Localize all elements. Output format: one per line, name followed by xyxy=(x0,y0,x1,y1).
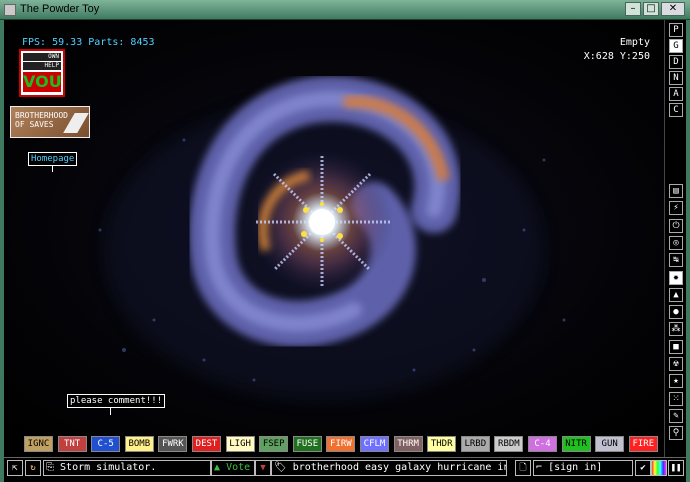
vote-badge-line3: VOU xyxy=(23,72,62,92)
save-icon: ⎘ xyxy=(46,462,54,473)
right-toolbar: P G D N A C ▤ ⚡ ⏻ ◎ ↹ ✸ ▲ ● ⁂ ■ ☢ ★ ⁙ ✎ ⚲ xyxy=(664,20,686,478)
galaxy-render xyxy=(98,75,566,400)
vote-badge-line1: OWN xyxy=(23,53,61,61)
element-button-fire[interactable]: FIRE xyxy=(628,436,658,452)
element-button-lrbd[interactable]: LRBD xyxy=(460,436,490,452)
simulation-canvas[interactable]: FPS: 59.33 Parts: 8453 Empty X:628 Y:250… xyxy=(4,20,664,436)
element-button-ignc[interactable]: IGNC xyxy=(24,436,53,452)
comment-sign-tail xyxy=(110,408,111,415)
element-button-fuse[interactable]: FUSE xyxy=(292,436,322,452)
maximize-button[interactable]: □ xyxy=(643,2,659,16)
parts-label: Parts: xyxy=(88,37,125,48)
login-button[interactable]: ⌐ [sign in] xyxy=(533,460,633,476)
vote-up-button[interactable]: ▲ Vote xyxy=(211,460,255,476)
element-button-c-5[interactable]: C-5 xyxy=(91,436,121,452)
force-icon[interactable]: ↹ xyxy=(669,253,683,268)
thumb-up-icon: ▲ xyxy=(214,462,221,473)
brotherhood-logo-text: BROTHERHOOD OF SAVES xyxy=(15,111,68,129)
element-button-nitr[interactable]: NITR xyxy=(561,436,591,452)
life-icon[interactable]: ⁙ xyxy=(669,391,683,406)
gases-icon[interactable]: ▲ xyxy=(669,287,683,302)
homepage-link-sign[interactable]: Homepage xyxy=(28,152,78,166)
homepage-sign-tail xyxy=(52,165,53,172)
search-icon[interactable]: ⚲ xyxy=(669,426,683,441)
tags-button[interactable]: 🏷 brotherhood easy galaxy hurricane inda… xyxy=(271,460,507,476)
element-button-rbdm[interactable]: RBDM xyxy=(494,436,524,452)
sensors-icon[interactable]: ◎ xyxy=(669,235,683,250)
element-button-thrm[interactable]: THRM xyxy=(393,436,423,452)
element-button-firw[interactable]: FIRW xyxy=(326,436,356,452)
element-button-fwrk[interactable]: FWRK xyxy=(158,436,188,452)
powered-icon[interactable]: ⏻ xyxy=(669,218,683,233)
cursor-coordinates: X:628 Y:250 xyxy=(583,51,650,62)
tools-icon[interactable]: ✎ xyxy=(669,408,683,423)
radioactive-icon[interactable]: ☢ xyxy=(669,357,683,371)
vote-up-label: Vote xyxy=(226,462,251,473)
electronics-icon[interactable]: ⚡ xyxy=(669,201,683,216)
element-button-fsep[interactable]: FSEP xyxy=(259,436,289,452)
fps-value: 59.33 xyxy=(52,37,83,48)
pause-icon[interactable]: ❚❚ xyxy=(668,460,684,476)
login-label: [sign in] xyxy=(548,462,603,473)
reload-icon[interactable]: ↻ xyxy=(25,460,41,476)
element-button-bomb[interactable]: BOMB xyxy=(124,436,154,452)
login-icon: ⌐ xyxy=(536,462,543,473)
element-button-tnt[interactable]: TNT xyxy=(57,436,87,452)
window-frame-right xyxy=(686,20,690,482)
special-icon[interactable]: ★ xyxy=(669,374,683,389)
element-button-thdr[interactable]: THDR xyxy=(427,436,457,452)
element-button-gun[interactable]: GUN xyxy=(595,436,625,452)
explosives-icon[interactable]: ✸ xyxy=(669,270,683,285)
solids-icon[interactable]: ■ xyxy=(669,339,683,354)
vote-down-button[interactable]: ▼ xyxy=(255,460,271,476)
close-button[interactable]: ✕ xyxy=(661,2,685,16)
vote-badge-sign: OWN HELP VOU xyxy=(19,49,65,97)
element-palette: IGNC TNT C-5 BOMB FWRK DEST LIGH FSEP FUSE FIRW CF… xyxy=(4,436,664,456)
element-button-c-4[interactable]: C-4 xyxy=(528,436,557,452)
powders-icon[interactable]: ⁂ xyxy=(669,322,683,337)
fps-readout: FPS: 59.33 Parts: 8453 xyxy=(22,37,155,48)
app-icon xyxy=(4,4,16,16)
save-name: Storm simulator. xyxy=(60,462,157,473)
bottom-bar: ⇱ ↻ ⎘ Storm simulator. ▲ Vote ▼ 🏷 brothe… xyxy=(4,457,686,478)
vote-badge-line2: HELP xyxy=(23,62,61,70)
menu-button-n[interactable]: N xyxy=(669,71,683,85)
hover-element-name: Empty xyxy=(619,37,650,48)
fps-label: FPS: xyxy=(22,37,47,48)
tag-icon: 🏷 xyxy=(274,462,287,473)
menu-button-a[interactable]: A xyxy=(669,87,683,101)
minimize-button[interactable]: – xyxy=(625,2,641,16)
menu-button-d[interactable]: D xyxy=(669,55,683,69)
parts-value: 8453 xyxy=(130,37,155,48)
brotherhood-logo: BROTHERHOOD OF SAVES xyxy=(10,106,90,138)
render-options-icon[interactable] xyxy=(651,460,667,476)
element-button-cflm[interactable]: CFLM xyxy=(360,436,389,452)
element-button-dest[interactable]: DEST xyxy=(192,436,221,452)
element-button-ligh[interactable]: LIGH xyxy=(225,436,255,452)
window-titlebar[interactable]: The Powder Toy – □ ✕ xyxy=(0,0,690,20)
tags-text: brotherhood easy galaxy hurricane indas.… xyxy=(292,462,506,473)
menu-button-p[interactable]: P xyxy=(669,23,683,37)
liquids-icon[interactable]: ● xyxy=(669,305,683,320)
settings-icon[interactable]: ✔ xyxy=(635,460,651,476)
save-name-button[interactable]: ⎘ Storm simulator. xyxy=(43,460,211,476)
new-simulation-icon[interactable]: 🗋 xyxy=(515,460,531,476)
comment-sign: please comment!!! xyxy=(67,394,166,408)
menu-button-c[interactable]: C xyxy=(669,103,683,117)
walls-icon[interactable]: ▤ xyxy=(669,184,683,198)
window-title: The Powder Toy xyxy=(20,3,100,15)
open-save-icon[interactable]: ⇱ xyxy=(7,460,23,476)
menu-button-g[interactable]: G xyxy=(669,39,683,53)
